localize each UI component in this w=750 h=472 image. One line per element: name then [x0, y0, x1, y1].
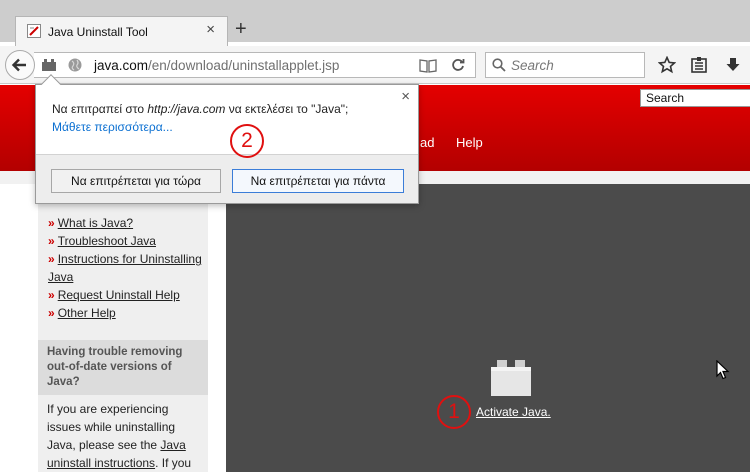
sidebar-link-instructions[interactable]: » Instructions for Uninstalling Java [48, 250, 203, 286]
back-button[interactable] [5, 50, 35, 80]
sidebar-link-troubleshoot[interactable]: » Troubleshoot Java [48, 232, 203, 250]
tab-strip: Java Uninstall Tool × + [0, 0, 750, 46]
help-sidebar: » What is Java? » Troubleshoot Java » Instr… [38, 184, 208, 472]
globe-icon [68, 58, 82, 72]
allow-always-button[interactable]: Να επιτρέπεται για πάντα [232, 169, 404, 193]
browser-search-bar[interactable]: Search [485, 52, 645, 78]
sidebar-links: » What is Java? » Troubleshoot Java » Instr… [48, 214, 203, 322]
annotation-step-2: 2 [230, 124, 264, 158]
downloads-icon[interactable] [724, 56, 742, 74]
mouse-cursor-icon [716, 360, 730, 380]
learn-more-link[interactable]: Μάθετε περισσότερα... [52, 120, 173, 134]
site-search-input[interactable]: Search [640, 89, 750, 107]
reload-icon[interactable] [451, 58, 465, 72]
page-favicon-icon [27, 24, 41, 38]
search-placeholder: Search [511, 58, 554, 73]
url-host: java.com [94, 58, 149, 73]
doorhanger-message: Να επιτραπεί στο http://java.com να εκτε… [52, 102, 349, 116]
trouble-text: If you are experiencing issues while uni… [47, 402, 192, 470]
url-bar[interactable]: java.com/en/download/uninstallapplet.jsp [34, 52, 476, 78]
sidebar-link-other-help[interactable]: » Other Help [48, 304, 203, 322]
sidebar-link-what-is-java[interactable]: » What is Java? [48, 214, 203, 232]
new-tab-icon[interactable]: + [235, 18, 247, 40]
bookmark-star-icon[interactable] [658, 56, 676, 74]
search-icon [492, 58, 506, 72]
tab-close-icon[interactable]: × [206, 22, 215, 38]
trouble-heading: Having trouble removing out-of-date vers… [38, 340, 208, 395]
reader-view-icon[interactable] [419, 58, 437, 73]
nav-item-download[interactable]: ad [420, 135, 434, 150]
plugin-block-icon[interactable] [491, 360, 531, 396]
url-text: java.com/en/download/uninstallapplet.jsp [94, 58, 339, 73]
doorhanger-footer: Να επιτρέπεται για τώρα Να επιτρέπεται γ… [36, 154, 418, 203]
nav-item-help[interactable]: Help [456, 135, 483, 150]
sidebar-link-request-help[interactable]: » Request Uninstall Help [48, 286, 203, 304]
plugin-icon[interactable] [42, 59, 56, 71]
bookmarks-list-icon[interactable] [690, 56, 708, 74]
back-arrow-icon [11, 58, 26, 72]
tab-title: Java Uninstall Tool [48, 25, 148, 39]
allow-now-button[interactable]: Να επιτρέπεται για τώρα [51, 169, 221, 193]
plugin-permission-doorhanger: Να επιτραπεί στο http://java.com να εκτε… [35, 74, 419, 204]
tab-java-uninstall-tool[interactable]: Java Uninstall Tool × [15, 16, 228, 46]
url-path: /en/download/uninstallapplet.jsp [148, 58, 340, 73]
annotation-step-1: 1 [437, 395, 471, 429]
applet-panel [226, 184, 750, 472]
navigation-bar: java.com/en/download/uninstallapplet.jsp… [0, 46, 750, 84]
activate-java-link[interactable]: Activate Java. [476, 405, 551, 419]
doorhanger-close-icon[interactable]: × [401, 88, 410, 105]
